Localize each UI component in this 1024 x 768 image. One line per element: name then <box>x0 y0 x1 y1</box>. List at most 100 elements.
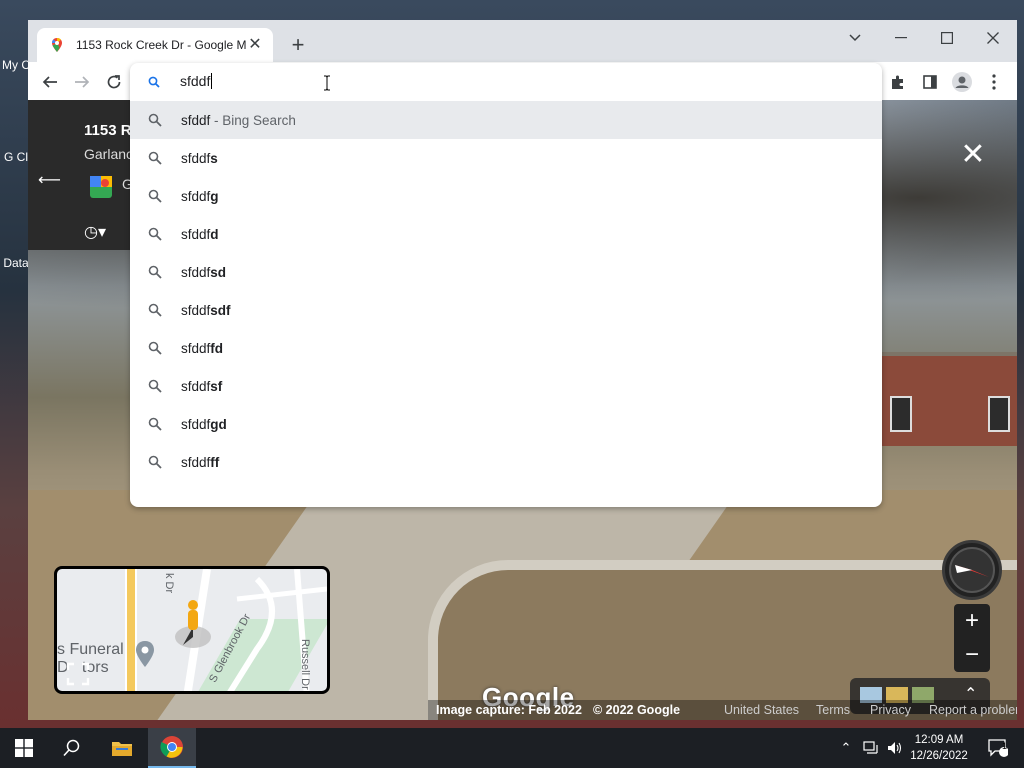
expand-map-icon[interactable] <box>65 661 91 687</box>
search-icon <box>148 379 162 393</box>
suggestion-completion: ff <box>210 454 220 470</box>
close-window-button[interactable] <box>970 24 1016 52</box>
copyright: © 2022 Google <box>593 703 681 717</box>
desktop-icon-chrome[interactable]: G Cl <box>2 150 30 164</box>
new-tab-button[interactable]: + <box>286 34 310 58</box>
clock[interactable]: 12:09 AM 12/26/2022 <box>908 732 970 764</box>
compass-button[interactable] <box>942 540 1002 600</box>
action-center-button[interactable]: 1 <box>978 728 1018 768</box>
suggestion-completion: d <box>210 226 219 242</box>
privacy-link[interactable]: Privacy <box>870 703 911 717</box>
map-pin-icon[interactable] <box>135 641 155 667</box>
minimize-icon <box>895 37 907 39</box>
street-view-info-panel: 1153 R Garlanc ⟵ G ◷▾ <box>28 100 138 250</box>
country-link[interactable]: United States <box>724 703 799 717</box>
tab-google-maps[interactable]: 1153 Rock Creek Dr - Google Ma ✕ <box>37 28 273 62</box>
search-icon <box>148 455 162 469</box>
zoom-out-button[interactable]: − <box>954 638 990 672</box>
taskbar: ⌃ 12:09 AM 12/26/2022 1 <box>0 728 1024 768</box>
maximize-button[interactable] <box>924 24 970 52</box>
extensions-button[interactable] <box>884 68 912 96</box>
omnibox-suggestion[interactable]: sfddf d <box>130 215 882 253</box>
profile-button[interactable] <box>948 68 976 96</box>
omnibox-suggestion[interactable]: sfddf g <box>130 177 882 215</box>
suggestion-typed-text: sfddf <box>181 416 211 432</box>
omnibox-suggestion[interactable]: sfddf - Bing Search <box>130 101 882 139</box>
search-icon <box>148 76 160 88</box>
zoom-in-button[interactable]: + <box>954 604 990 638</box>
omnibox[interactable]: sfddf <box>130 63 882 101</box>
network-button[interactable] <box>860 728 882 768</box>
omnibox-suggestion[interactable]: sfddf sd <box>130 253 882 291</box>
street-view-city: Garlanc <box>84 146 134 162</box>
search-icon <box>148 113 162 127</box>
forward-button[interactable] <box>68 68 96 96</box>
search-icon <box>63 739 80 757</box>
suggestion-completion: sf <box>210 378 223 394</box>
road-label-rock-creek: k Dr <box>163 573 175 594</box>
chrome-taskbar-button[interactable] <box>148 728 196 768</box>
close-street-view-button[interactable]: ✕ <box>958 140 988 170</box>
terms-link[interactable]: Terms <box>816 703 850 717</box>
image-capture-date: Image capture: Feb 2022 <box>436 703 582 717</box>
volume-button[interactable] <box>884 728 906 768</box>
close-tab-icon[interactable]: ✕ <box>247 37 263 53</box>
browser-window: 1153 Rock Creek Dr - Google Ma ✕ + 1153 … <box>28 20 1017 720</box>
desktop-icon-label: My C <box>2 58 30 72</box>
taskbar-search-button[interactable] <box>48 728 96 768</box>
file-explorer-button[interactable] <box>98 728 146 768</box>
search-icon <box>148 151 162 165</box>
tray-overflow-button[interactable]: ⌃ <box>836 728 856 768</box>
house-window <box>890 396 912 432</box>
suggestion-typed-text: sfddf <box>181 188 211 204</box>
map-footer: Image capture: Feb 2022 © 2022 Google Un… <box>428 700 1017 720</box>
suggestion-typed-text: sfddf <box>181 112 211 128</box>
tab-strip: 1153 Rock Creek Dr - Google Ma ✕ + <box>28 20 1017 62</box>
notification-count: 1 <box>1002 741 1008 751</box>
reload-icon <box>107 75 121 89</box>
desktop-icon-data[interactable]: Data <box>2 256 30 270</box>
omnibox-suggestion[interactable]: sfddf sdf <box>130 291 882 329</box>
minimize-button[interactable] <box>878 24 924 52</box>
tab-search-button[interactable] <box>832 24 878 52</box>
chrome-icon <box>160 736 183 758</box>
maximize-icon <box>941 32 953 44</box>
start-button[interactable] <box>0 728 48 768</box>
mini-map[interactable]: k Dr S Glenbrook Dr Russell Dr s Funeral… <box>54 566 330 694</box>
tab-title: 1153 Rock Creek Dr - Google Ma <box>76 38 247 52</box>
omnibox-suggestion[interactable]: sfddf ff <box>130 443 882 481</box>
suggestion-completion: gd <box>210 416 227 432</box>
omnibox-suggestion[interactable]: sfddf s <box>130 139 882 177</box>
suggestion-typed-text: sfddf <box>181 302 211 318</box>
reload-button[interactable] <box>100 68 128 96</box>
search-icon <box>148 341 162 355</box>
omnibox-suggestion[interactable]: sfddf gd <box>130 405 882 443</box>
chevron-down-icon <box>849 34 861 42</box>
text-caret <box>211 73 213 89</box>
desktop-icon-label: G Cl <box>4 150 28 164</box>
kebab-menu-icon <box>992 74 996 90</box>
compass-icon <box>949 547 995 593</box>
clock-time: 12:09 AM <box>914 734 964 746</box>
speaker-icon <box>888 742 902 754</box>
suggestion-completion: g <box>210 188 219 204</box>
suggestion-typed-text: sfddf <box>181 340 211 356</box>
suggestion-completion: s <box>210 150 218 166</box>
desktop-icon-my-computer[interactable]: My C <box>2 58 30 72</box>
puzzle-icon <box>892 75 903 89</box>
search-icon <box>148 189 162 203</box>
report-problem-link[interactable]: Report a problem <box>929 703 1017 717</box>
windows-logo-icon <box>15 739 33 757</box>
side-panel-button[interactable] <box>916 68 944 96</box>
omnibox-input[interactable]: sfddf <box>180 73 780 89</box>
suggestion-typed-text: sfddf <box>181 150 211 166</box>
back-arrow-icon[interactable]: ⟵ <box>38 170 61 190</box>
menu-button[interactable] <box>980 68 1008 96</box>
suggestion-source: - Bing Search <box>210 112 296 128</box>
clock-date: 12/26/2022 <box>910 750 968 762</box>
omnibox-suggestion[interactable]: sfddf sf <box>130 367 882 405</box>
suggestion-completion: sd <box>210 264 227 280</box>
back-button[interactable] <box>36 68 64 96</box>
omnibox-suggestion[interactable]: sfddf fd <box>130 329 882 367</box>
history-clock-icon[interactable]: ◷▾ <box>84 222 106 242</box>
